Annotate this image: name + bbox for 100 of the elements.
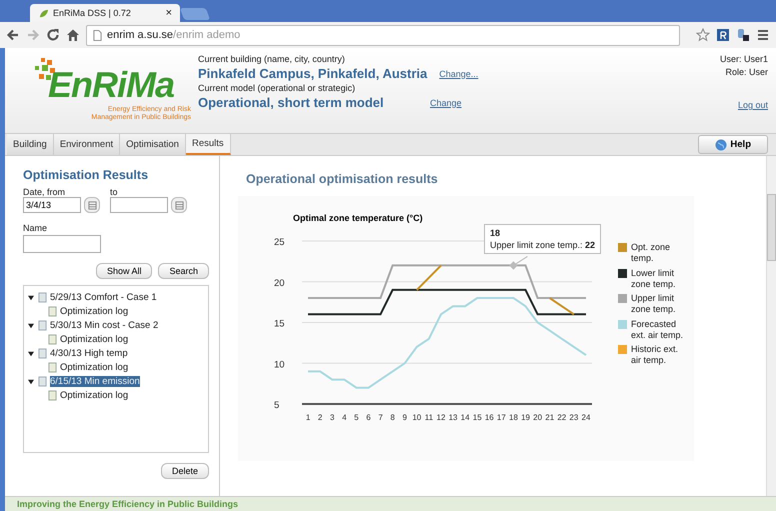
legend-label: Upper limit zone temp.	[631, 293, 677, 316]
expand-toggle[interactable]	[28, 294, 35, 300]
nav-tab[interactable]: Optimisation	[120, 134, 186, 155]
home-icon[interactable]	[66, 28, 80, 42]
x-tick-label: 14	[460, 413, 470, 422]
calendar-button[interactable]	[84, 197, 100, 213]
expand-toggle[interactable]	[28, 378, 35, 384]
name-field[interactable]	[23, 235, 101, 253]
document-icon	[48, 306, 57, 317]
page-icon	[93, 30, 102, 40]
x-tick-label: 16	[484, 413, 494, 422]
x-tick-label: 11	[424, 413, 434, 422]
tree-item[interactable]: 5/30/13 Min cost - Case 2	[50, 320, 158, 331]
document-icon	[48, 334, 57, 345]
delete-button[interactable]: Delete	[160, 463, 209, 479]
scrollbar[interactable]	[766, 156, 776, 496]
x-tick-label: 18	[509, 413, 518, 422]
expand-toggle[interactable]	[28, 322, 35, 328]
change-model-link[interactable]: Change	[430, 98, 462, 108]
tree-item[interactable]: Optimization log	[60, 306, 128, 317]
url-path: /enrim ademo	[173, 29, 240, 41]
nav-tab[interactable]: Building	[7, 134, 54, 155]
calendar-icon	[174, 200, 184, 210]
expand-toggle[interactable]	[28, 350, 35, 356]
x-tick-label: 7	[378, 413, 383, 422]
date-to-field[interactable]	[110, 197, 168, 213]
y-tick-label: 20	[274, 278, 285, 289]
y-tick-label: 25	[274, 237, 285, 248]
x-tick-label: 1	[306, 413, 310, 422]
footer-text: Improving the Energy Efficiency in Public Buildings	[17, 499, 238, 509]
x-tick-label: 2	[318, 413, 322, 422]
star-icon[interactable]	[696, 28, 710, 42]
tab-close-button[interactable]: ×	[166, 7, 172, 19]
main-title: Operational optimisation results	[246, 172, 439, 186]
show-all-button[interactable]: Show All	[96, 263, 152, 279]
building-label: Current building (name, city, country)	[198, 54, 346, 64]
logo-text: EnRiMa	[48, 64, 174, 106]
x-tick-label: 6	[366, 413, 371, 422]
document-icon	[48, 362, 57, 373]
legend-label: Opt. zone temp.	[631, 242, 672, 264]
search-button[interactable]: Search	[158, 263, 209, 279]
tree-item[interactable]: Optimization log	[60, 334, 128, 345]
tooltip-text: Upper limit zone temp.: 22	[490, 240, 596, 250]
back-icon[interactable]	[6, 28, 20, 42]
url-host: enrim a.su.se	[107, 29, 174, 41]
date-from-label: Date, from	[23, 187, 66, 197]
reload-icon[interactable]	[46, 28, 60, 42]
document-icon	[38, 376, 47, 387]
address-bar[interactable]: enrim a.su.se/enrim ademo	[86, 24, 680, 46]
x-tick-label: 22	[557, 413, 566, 422]
x-tick-label: 3	[330, 413, 334, 422]
name-label: Name	[23, 223, 48, 233]
tooltip-pointer	[509, 256, 528, 270]
legend-label: Historic ext. air temp.	[631, 344, 680, 366]
user-name: User: User1	[720, 54, 768, 64]
x-tick-label: 15	[472, 413, 482, 422]
y-tick-label: 10	[274, 359, 285, 370]
building-name: Pinkafeld Campus, Pinkafeld, Austria	[198, 66, 428, 81]
x-tick-label: 20	[533, 413, 542, 422]
tooltip-title: 18	[490, 228, 502, 238]
x-tick-label: 8	[390, 413, 395, 422]
logout-link[interactable]: Log out	[738, 100, 768, 110]
change-building-link[interactable]: Change...	[439, 68, 478, 78]
date-to-label: to	[110, 187, 119, 197]
x-tick-label: 17	[496, 413, 506, 422]
x-tick-label: 5	[354, 413, 359, 422]
sidebar-title: Optimisation Results	[23, 168, 150, 182]
extension-icon[interactable]	[716, 28, 730, 42]
menu-icon[interactable]	[756, 28, 770, 42]
tree-item[interactable]: 5/29/13 Comfort - Case 1	[50, 292, 157, 303]
chart-title: Optimal zone temperature (°C)	[293, 213, 423, 223]
browser-tab-title: EnRiMa DSS | 0.72	[53, 8, 131, 18]
legend-label: Forecasted ext. air temp.	[631, 318, 684, 341]
help-button[interactable]: Help	[698, 135, 768, 154]
y-tick-label: 15	[274, 318, 285, 330]
x-tick-label: 9	[402, 413, 407, 422]
tree-item[interactable]: 4/30/13 High temp	[50, 348, 128, 359]
user-role: Role: User	[725, 67, 768, 77]
extension-icon[interactable]	[736, 28, 750, 42]
browser-tab[interactable]: EnRiMa DSS | 0.72 ×	[30, 4, 180, 22]
x-tick-label: 13	[448, 413, 458, 422]
x-tick-label: 21	[545, 413, 554, 422]
document-icon	[38, 348, 47, 359]
tree-item[interactable]: Optimization log	[60, 390, 128, 401]
calendar-button[interactable]	[171, 197, 187, 213]
tree-item[interactable]: 6/15/13 Min emission	[50, 376, 140, 387]
x-tick-label: 10	[412, 413, 422, 422]
y-tick-label: 5	[274, 400, 280, 411]
nav-tab[interactable]: Results	[186, 134, 231, 155]
x-tick-label: 24	[582, 413, 590, 422]
legend-label: Lower limit zone temp.	[631, 268, 677, 290]
document-icon	[38, 292, 47, 303]
date-from-field[interactable]: 3/4/13	[23, 197, 81, 213]
x-tick-label: 19	[521, 413, 530, 422]
model-name: Operational, short term model	[198, 95, 385, 110]
leaf-icon	[38, 8, 49, 18]
model-label: Current model (operational or strategic)	[198, 83, 356, 93]
nav-tab[interactable]: Environment	[54, 134, 120, 155]
tree-item[interactable]: Optimization log	[60, 362, 128, 373]
x-tick-label: 23	[569, 413, 578, 422]
